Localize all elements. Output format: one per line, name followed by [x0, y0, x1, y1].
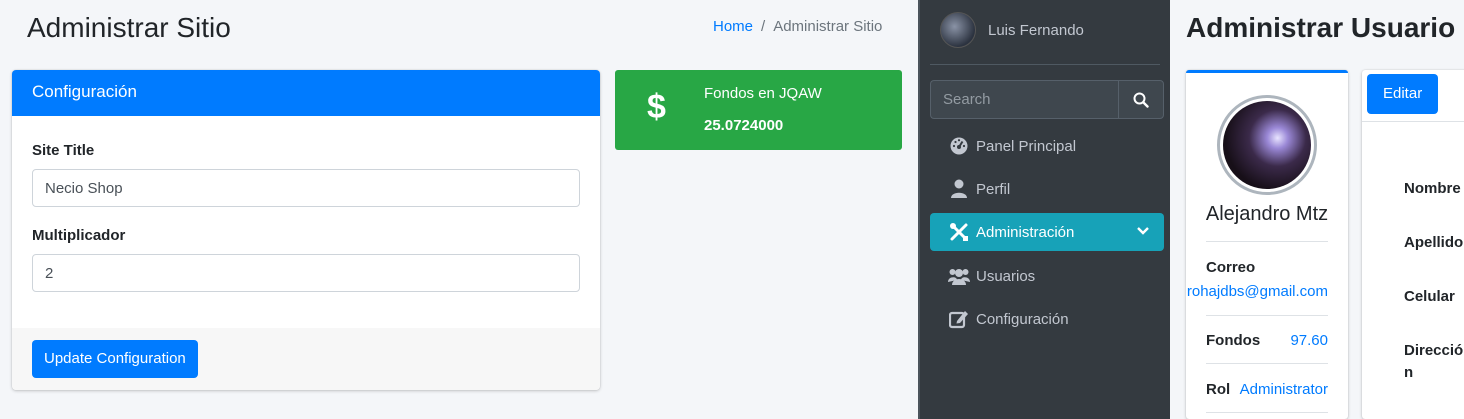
sidebar-item-administracion[interactable]: Administración [930, 213, 1164, 251]
sidebar: Luis Fernando Panel Principal Perfil Adm… [918, 0, 1170, 419]
users-icon [948, 265, 970, 287]
chevron-down-icon [1137, 227, 1149, 235]
field-label-celular: Celular [1404, 288, 1455, 305]
edit-icon [948, 308, 970, 330]
field-label-nombre: Nombre [1404, 180, 1461, 197]
divider [1206, 363, 1328, 364]
sidebar-item-label: Perfil [976, 180, 1011, 198]
profile-card: Alejandro Mtz Correo alejandrohajdbs@gma… [1186, 70, 1348, 419]
configuration-card-body: Site Title Multiplicador [12, 116, 600, 292]
tab-bar: Editar [1362, 70, 1464, 122]
tab-editar[interactable]: Editar [1367, 74, 1439, 114]
funds-label: Fondos [1206, 332, 1261, 349]
site-title-input[interactable] [32, 169, 580, 207]
tools-icon [948, 221, 970, 243]
profile-avatar [1217, 95, 1317, 195]
search-input[interactable] [930, 80, 1118, 119]
search-button[interactable] [1118, 80, 1164, 119]
sidebar-search [930, 80, 1164, 119]
divider [1206, 315, 1328, 316]
user-panel[interactable]: Luis Fernando [940, 12, 1084, 48]
sidebar-item-panel-principal[interactable]: Panel Principal [930, 127, 1164, 165]
field-label-apellido: Apellido [1404, 234, 1464, 251]
site-title-label: Site Title [32, 142, 95, 159]
user-detail-card: Editar Nombre Apellido Celular Dirección [1362, 70, 1464, 419]
breadcrumb-separator: / [761, 18, 766, 35]
funds-label: Fondos en JQAW [704, 85, 822, 102]
role-label: Rol [1206, 381, 1231, 398]
funds-info-box: $ Fondos en JQAW 25.0724000 [615, 70, 902, 150]
configuration-card: Configuración Site Title Multiplicador U… [12, 70, 600, 390]
user-admin-title: Administrar Usuario [1186, 12, 1456, 43]
profile-name: Alejandro Mtz [1205, 203, 1329, 225]
sidebar-divider [930, 64, 1160, 65]
breadcrumb-current: Administrar Sitio [773, 18, 883, 35]
search-icon [1133, 92, 1149, 108]
sidebar-item-label: Panel Principal [976, 137, 1077, 155]
page-title: Administrar Sitio [27, 12, 231, 43]
role-value[interactable]: Administrator [1240, 381, 1328, 398]
divider [1206, 241, 1328, 242]
multiplier-input[interactable] [32, 254, 580, 292]
tachometer-icon [948, 135, 970, 157]
sidebar-item-configuracion[interactable]: Configuración [930, 300, 1164, 338]
sidebar-item-label: Configuración [976, 310, 1069, 328]
funds-value[interactable]: 97.60 [1290, 332, 1328, 349]
breadcrumb: Home / Administrar Sitio [713, 18, 882, 35]
divider [1206, 412, 1328, 413]
user-icon [948, 178, 970, 200]
sidebar-item-label: Administración [976, 223, 1075, 241]
avatar [940, 12, 976, 48]
sidebar-item-label: Usuarios [976, 267, 1036, 285]
breadcrumb-home-link[interactable]: Home [713, 18, 753, 35]
multiplier-label: Multiplicador [32, 227, 126, 244]
email-label: Correo [1206, 259, 1256, 276]
sidebar-item-usuarios[interactable]: Usuarios [930, 257, 1164, 295]
funds-value: 25.0724000 [704, 117, 784, 134]
user-name[interactable]: Luis Fernando [988, 22, 1084, 39]
dollar-icon: $ [647, 88, 666, 126]
email-value[interactable]: alejandrohajdbs@gmail.com [1186, 283, 1328, 300]
field-label-direccion: Dirección [1404, 342, 1464, 381]
configuration-card-header: Configuración [12, 70, 600, 116]
sidebar-item-perfil[interactable]: Perfil [930, 170, 1164, 208]
configuration-card-footer: Update Configuration [12, 328, 600, 390]
update-configuration-button[interactable]: Update Configuration [32, 340, 198, 378]
